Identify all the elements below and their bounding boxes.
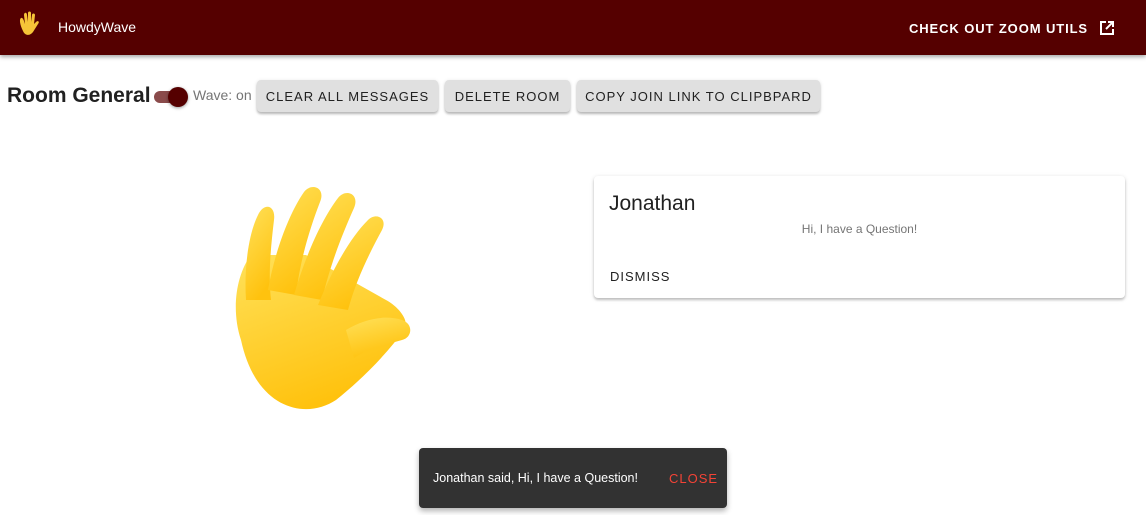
zoom-utils-link[interactable]: CHECK OUT ZOOM UTILS	[909, 14, 1116, 42]
wave-toggle-label: Wave: on	[193, 87, 252, 103]
message-card: Jonathan Hi, I have a Question! DISMISS	[594, 176, 1125, 298]
snackbar-message: Jonathan said, Hi, I have a Question!	[433, 471, 638, 485]
clear-all-messages-button[interactable]: CLEAR ALL MESSAGES	[257, 80, 438, 112]
wave-toggle-thumb[interactable]	[168, 87, 188, 107]
wave-toggle[interactable]	[152, 86, 188, 107]
delete-room-button[interactable]: DELETE ROOM	[445, 80, 570, 112]
zoom-utils-link-label: CHECK OUT ZOOM UTILS	[908, 20, 1088, 36]
app-bar: HowdyWave CHECK OUT ZOOM UTILS	[0, 0, 1146, 55]
message-text: Hi, I have a Question!	[801, 222, 918, 236]
dismiss-button[interactable]: DISMISS	[610, 269, 670, 284]
waving-hand-illustration	[235, 187, 411, 410]
snackbar: Jonathan said, Hi, I have a Question! CL…	[419, 448, 727, 508]
snackbar-close-button[interactable]: CLOSE	[669, 471, 718, 486]
copy-join-link-button[interactable]: COPY JOIN LINK TO CLIPBPARD	[577, 80, 820, 112]
message-sender-name: Jonathan	[609, 192, 696, 215]
app-title: HowdyWave	[58, 19, 137, 35]
room-title: Room General	[7, 84, 151, 107]
open-in-new-icon	[1100, 21, 1114, 35]
waving-hand-icon	[19, 11, 39, 35]
